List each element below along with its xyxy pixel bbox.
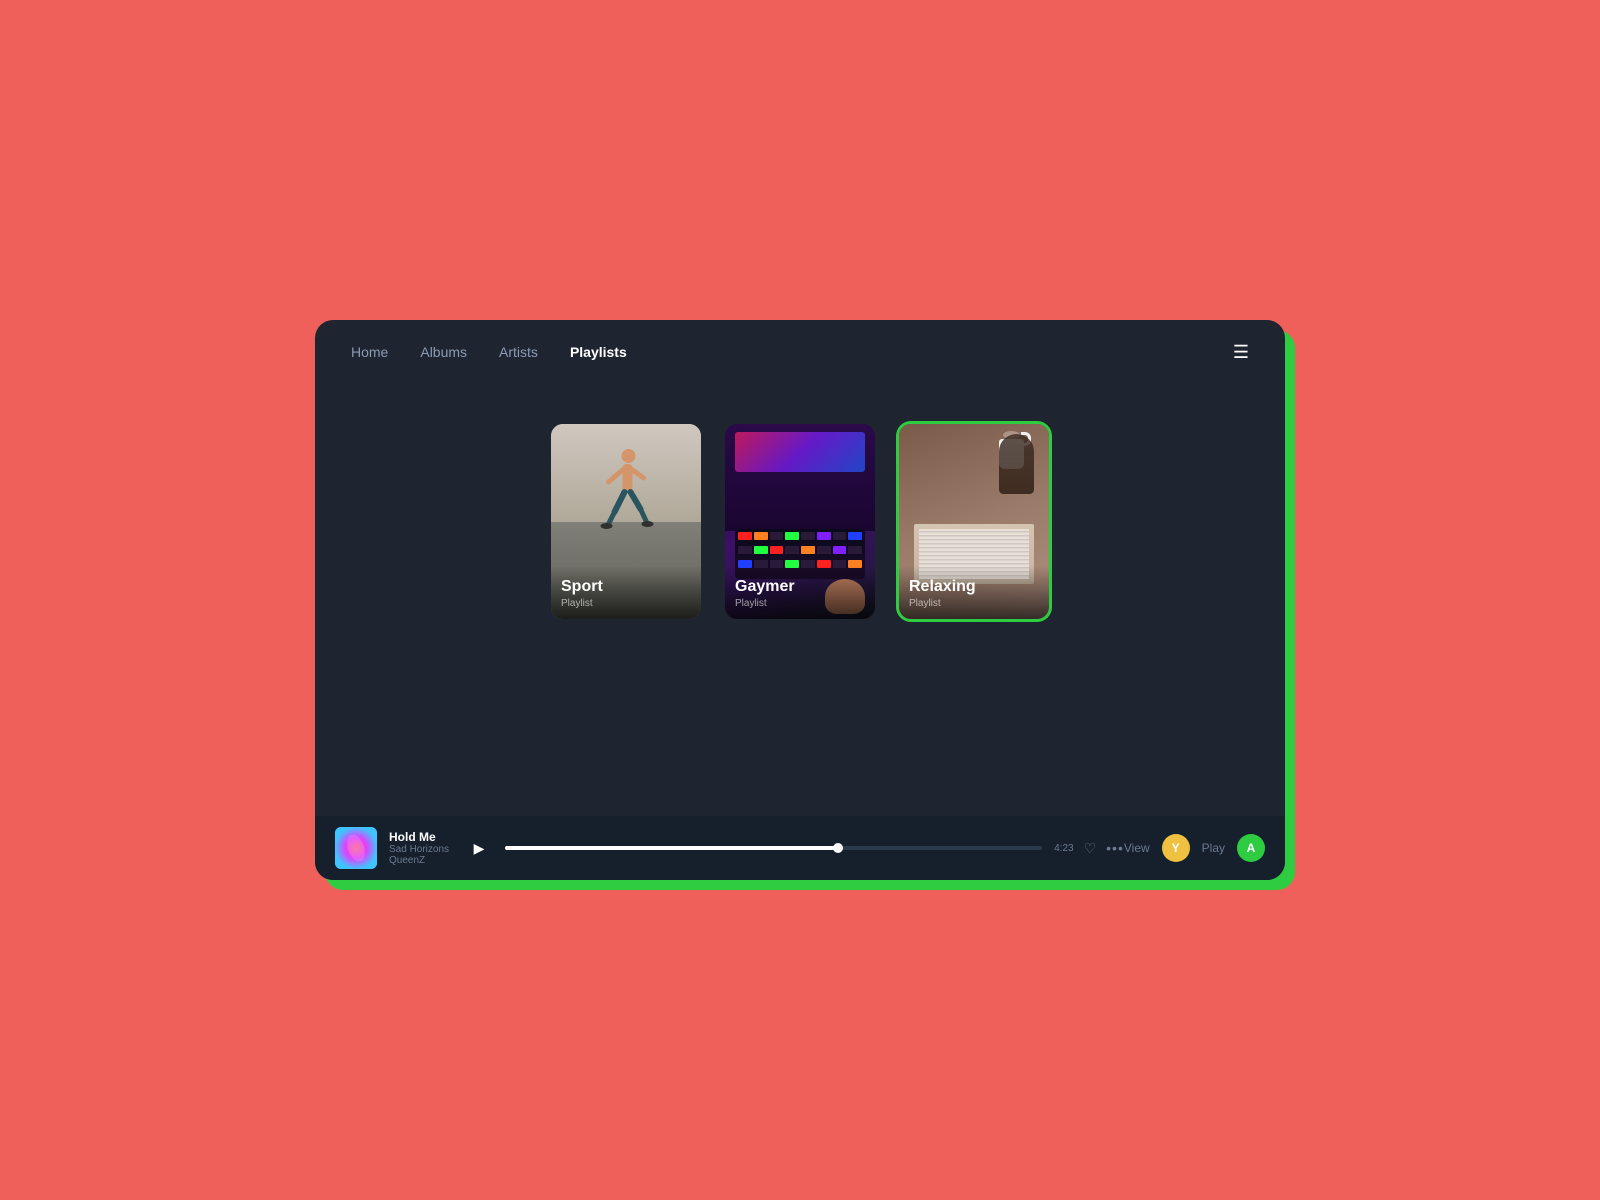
key [754, 532, 768, 540]
key [833, 532, 847, 540]
more-options-button[interactable]: ••• [1106, 840, 1124, 856]
gaymer-subtitle: Playlist [735, 598, 865, 609]
player-title: Hold Me [389, 830, 449, 844]
person-silhouette [999, 434, 1034, 494]
nav-playlists[interactable]: Playlists [570, 344, 627, 360]
key-row-1 [735, 529, 865, 543]
player-artist: QueenZ [389, 855, 449, 866]
playlist-card-gaymer[interactable]: Gaymer Playlist [725, 424, 875, 619]
nav-home[interactable]: Home [351, 344, 388, 360]
sport-title: Sport [561, 578, 691, 596]
relaxing-overlay: Relaxing Playlist [899, 566, 1049, 619]
key [785, 532, 799, 540]
key [817, 546, 831, 554]
player-info: Hold Me Sad Horizons QueenZ [389, 830, 449, 866]
key [833, 546, 847, 554]
main-content: Sport Playlist [315, 384, 1285, 816]
key [817, 532, 831, 540]
nav-albums[interactable]: Albums [420, 344, 467, 360]
view-label: View [1124, 841, 1150, 855]
nav-right: ☰ [1233, 342, 1249, 363]
player-bar: Hold Me Sad Horizons QueenZ ▶ 4:23 ♡ ••• [315, 816, 1285, 880]
view-avatar[interactable]: Y [1162, 834, 1190, 862]
relaxing-title: Relaxing [909, 578, 1039, 596]
artwork-svg [335, 827, 377, 869]
key [770, 546, 784, 554]
key [754, 546, 768, 554]
relaxing-subtitle: Playlist [909, 598, 1039, 609]
key [848, 546, 862, 554]
key [848, 532, 862, 540]
player-artwork [335, 827, 377, 869]
progress-bar[interactable] [505, 846, 1042, 850]
play-avatar[interactable]: A [1237, 834, 1265, 862]
menu-icon[interactable]: ☰ [1233, 342, 1249, 362]
heart-button[interactable]: ♡ [1084, 840, 1097, 857]
progress-thumb [833, 843, 843, 853]
player-album: Sad Horizons [389, 844, 449, 855]
screen-glow [735, 432, 865, 472]
play-label: Play [1202, 841, 1225, 855]
gaymer-overlay: Gaymer Playlist [725, 566, 875, 619]
key-row-2 [735, 543, 865, 557]
key [738, 532, 752, 540]
app-container: Home Albums Artists Playlists ☰ [315, 320, 1285, 880]
sport-subtitle: Playlist [561, 598, 691, 609]
key [801, 532, 815, 540]
player-actions: ♡ ••• [1084, 840, 1124, 857]
time-display: 4:23 [1054, 843, 1073, 854]
key [801, 546, 815, 554]
key [770, 532, 784, 540]
playlist-card-sport[interactable]: Sport Playlist [551, 424, 701, 619]
play-pause-button[interactable]: ▶ [465, 834, 493, 862]
key [738, 546, 752, 554]
player-controls: ▶ 4:23 [465, 834, 1074, 862]
gaymer-title: Gaymer [735, 578, 865, 596]
player-right: View Y Play A [1124, 834, 1265, 862]
nav-bar: Home Albums Artists Playlists ☰ [315, 320, 1285, 384]
playlist-card-relaxing[interactable]: Relaxing Playlist [899, 424, 1049, 619]
app-window: Home Albums Artists Playlists ☰ [315, 320, 1285, 880]
monitor-area [725, 424, 875, 531]
progress-container [505, 846, 1042, 850]
nav-artists[interactable]: Artists [499, 344, 538, 360]
key [785, 546, 799, 554]
sport-overlay: Sport Playlist [551, 566, 701, 619]
nav-links: Home Albums Artists Playlists [351, 344, 627, 360]
progress-fill [505, 846, 838, 850]
runner-svg [599, 444, 654, 544]
